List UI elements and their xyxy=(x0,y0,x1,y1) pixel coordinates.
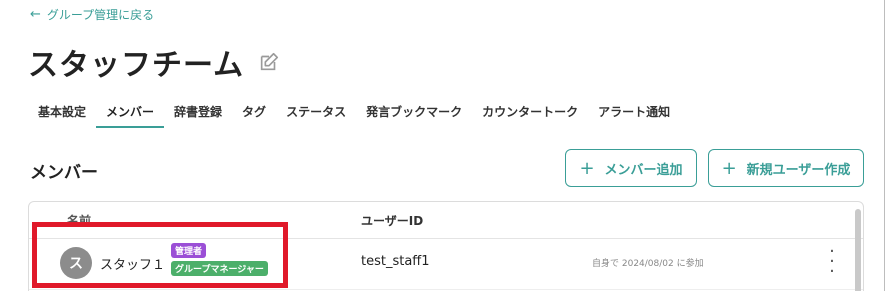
add-member-button[interactable]: + メンバー追加 xyxy=(565,149,697,187)
tab-tags[interactable]: タグ xyxy=(232,98,276,128)
table-row[interactable]: ス スタッフ１ 管理者 グループマネージャー test_staff1 自身で 2… xyxy=(29,239,863,289)
create-user-button[interactable]: + 新規ユーザー作成 xyxy=(708,149,864,187)
member-name: スタッフ１ xyxy=(100,258,166,273)
table-header: 名前 ユーザーID xyxy=(29,202,863,239)
tab-bar: 基本設定 メンバー 辞書登録 タグ ステータス 発言ブックマーク カウンタートー… xyxy=(28,98,680,128)
scrollbar[interactable] xyxy=(855,209,861,291)
plus-icon: + xyxy=(579,157,595,179)
plus-icon: + xyxy=(721,157,737,179)
member-user-id: test_staff1 xyxy=(361,254,430,269)
tab-status[interactable]: ステータス xyxy=(276,98,356,128)
page-title: スタッフチーム xyxy=(28,48,245,83)
role-badges: 管理者 グループマネージャー xyxy=(171,243,268,276)
section-title: メンバー xyxy=(30,163,98,183)
arrow-left-icon: ← xyxy=(30,7,41,22)
admin-badge: 管理者 xyxy=(171,243,207,258)
back-link-label: グループ管理に戻る xyxy=(46,8,155,22)
column-header-user-id: ユーザーID xyxy=(361,214,424,228)
tab-dictionary[interactable]: 辞書登録 xyxy=(164,98,232,128)
more-options-icon[interactable]: · · · xyxy=(826,243,838,281)
joined-date: 自身で 2024/08/02 に参加 xyxy=(592,259,704,269)
tab-counter-talk[interactable]: カウンタートーク xyxy=(472,98,588,128)
add-member-label: メンバー追加 xyxy=(604,162,683,178)
back-to-group-management-link[interactable]: ← グループ管理に戻る xyxy=(30,6,154,23)
group-manager-badge: グループマネージャー xyxy=(171,261,268,276)
create-user-label: 新規ユーザー作成 xyxy=(746,162,851,178)
title-row: スタッフチーム xyxy=(28,40,280,84)
members-table: 名前 ユーザーID ス スタッフ１ 管理者 グループマネージャー test_st… xyxy=(28,201,864,291)
tab-members[interactable]: メンバー xyxy=(96,98,165,128)
tab-alerts[interactable]: アラート通知 xyxy=(588,98,680,128)
edit-icon[interactable] xyxy=(258,51,280,73)
avatar: ス xyxy=(60,247,92,279)
tab-basic-settings[interactable]: 基本設定 xyxy=(28,98,96,128)
column-header-name: 名前 xyxy=(67,214,92,228)
tab-bookmarks[interactable]: 発言ブックマーク xyxy=(356,98,472,128)
